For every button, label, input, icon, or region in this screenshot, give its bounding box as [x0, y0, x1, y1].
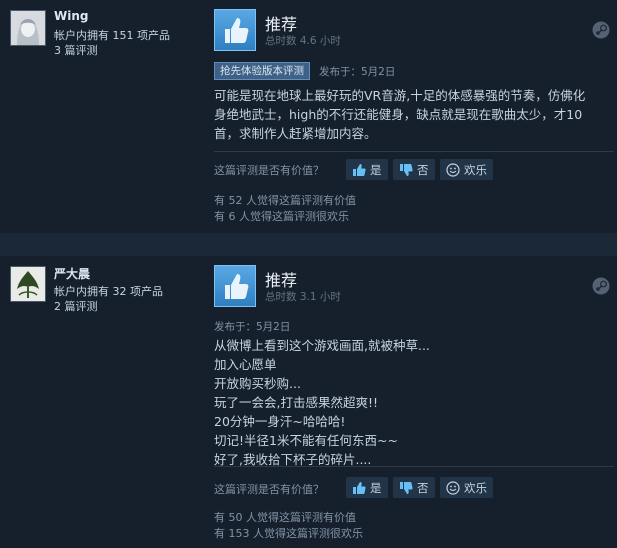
- vote-funny-label: 欢乐: [464, 162, 487, 177]
- avatar-image: [11, 11, 45, 45]
- vote-yes-label: 是: [370, 162, 382, 177]
- username[interactable]: 严大晨: [54, 265, 90, 282]
- user-avatar[interactable]: [10, 10, 46, 46]
- avatar-image: [11, 267, 45, 301]
- review-body: 可能是现在地球上最好玩的VR音游,十足的体感暴强的节奏，仿佛化 身绝地武士，hi…: [214, 86, 604, 143]
- steam-icon: [592, 277, 610, 295]
- smiley-icon: [446, 480, 460, 495]
- user-avatar[interactable]: [10, 266, 46, 302]
- divider: [214, 151, 614, 152]
- review-body-line: 开放购买秒购...: [214, 376, 301, 391]
- hours-played: 总时数 3.1 小时: [265, 291, 341, 303]
- vote-funny-label: 欢乐: [464, 480, 487, 495]
- review-body: 从微博上看到这个游戏画面,就被种草... 加入心愿单 开放购买秒购... 玩了一…: [214, 336, 604, 469]
- review-body-line: 身绝地武士，high的不行还能健身，缺点就是现在歌曲太少，才10: [214, 107, 583, 122]
- smiley-icon: [446, 162, 460, 177]
- funny-count: 有 6 人觉得这篇评测很欢乐: [214, 210, 349, 223]
- products-owned[interactable]: 帐户内拥有 32 项产品: [54, 283, 163, 299]
- vote-no-button[interactable]: 否: [393, 477, 435, 498]
- funny-count: 有 153 人觉得这篇评测很欢乐: [214, 527, 363, 540]
- steam-icon: [592, 21, 610, 39]
- hours-played: 总时数 4.6 小时: [265, 35, 341, 47]
- thumbs-down-icon: [400, 481, 413, 494]
- vote-yes-button[interactable]: 是: [346, 159, 388, 180]
- review-count[interactable]: 3 篇评测: [54, 42, 98, 58]
- posted-date: 发布于：5月2日: [319, 66, 396, 78]
- vote-funny-button[interactable]: 欢乐: [440, 159, 493, 180]
- early-access-badge: 抢先体验版本评测: [214, 62, 310, 80]
- thumbs-up-icon: [214, 9, 256, 51]
- review-body-line: 玩了一会会,打击感果然超爽!!: [214, 395, 378, 410]
- vote-yes-label: 是: [370, 480, 382, 495]
- review-count[interactable]: 2 篇评测: [54, 298, 98, 314]
- helpful-question: 这篇评测是否有价值？: [214, 164, 324, 177]
- review-body-line: 加入心愿单: [214, 357, 277, 372]
- products-owned[interactable]: 帐户内拥有 151 项产品: [54, 27, 170, 43]
- helpful-question: 这篇评测是否有价值？: [214, 483, 324, 496]
- review-separator: [0, 233, 617, 256]
- verdict-label[interactable]: 推荐: [265, 267, 297, 291]
- review-body-line: 切记!半径1米不能有任何东西~~: [214, 433, 398, 448]
- vote-no-label: 否: [417, 480, 429, 495]
- thumbs-up-icon: [353, 163, 366, 176]
- helpful-count: 有 52 人觉得这篇评测有价值: [214, 194, 356, 207]
- review-body-line: 可能是现在地球上最好玩的VR音游,十足的体感暴强的节奏，仿佛化: [214, 88, 586, 103]
- review-card: Wing 帐户内拥有 151 项产品 3 篇评测 推荐 总时数 4.6 小时 抢…: [0, 0, 617, 233]
- thumbs-up-icon: [214, 265, 256, 307]
- vote-funny-button[interactable]: 欢乐: [440, 477, 493, 498]
- helpful-count: 有 50 人觉得这篇评测有价值: [214, 511, 356, 524]
- divider: [214, 466, 614, 467]
- review-body-line: 20分钟一身汗~哈哈哈!: [214, 414, 346, 429]
- review-body-line: 从微博上看到这个游戏画面,就被种草...: [214, 338, 430, 353]
- review-card: 严大晨 帐户内拥有 32 项产品 2 篇评测 推荐 总时数 3.1 小时 发布于…: [0, 256, 617, 548]
- thumbs-up-icon: [353, 481, 366, 494]
- vote-yes-button[interactable]: 是: [346, 477, 388, 498]
- posted-date: 发布于：5月2日: [214, 321, 291, 333]
- thumbs-down-icon: [400, 163, 413, 176]
- vote-no-label: 否: [417, 162, 429, 177]
- username[interactable]: Wing: [54, 9, 88, 23]
- verdict-label[interactable]: 推荐: [265, 11, 297, 35]
- review-body-line: 首，求制作人赶紧增加内容。: [214, 126, 377, 141]
- vote-no-button[interactable]: 否: [393, 159, 435, 180]
